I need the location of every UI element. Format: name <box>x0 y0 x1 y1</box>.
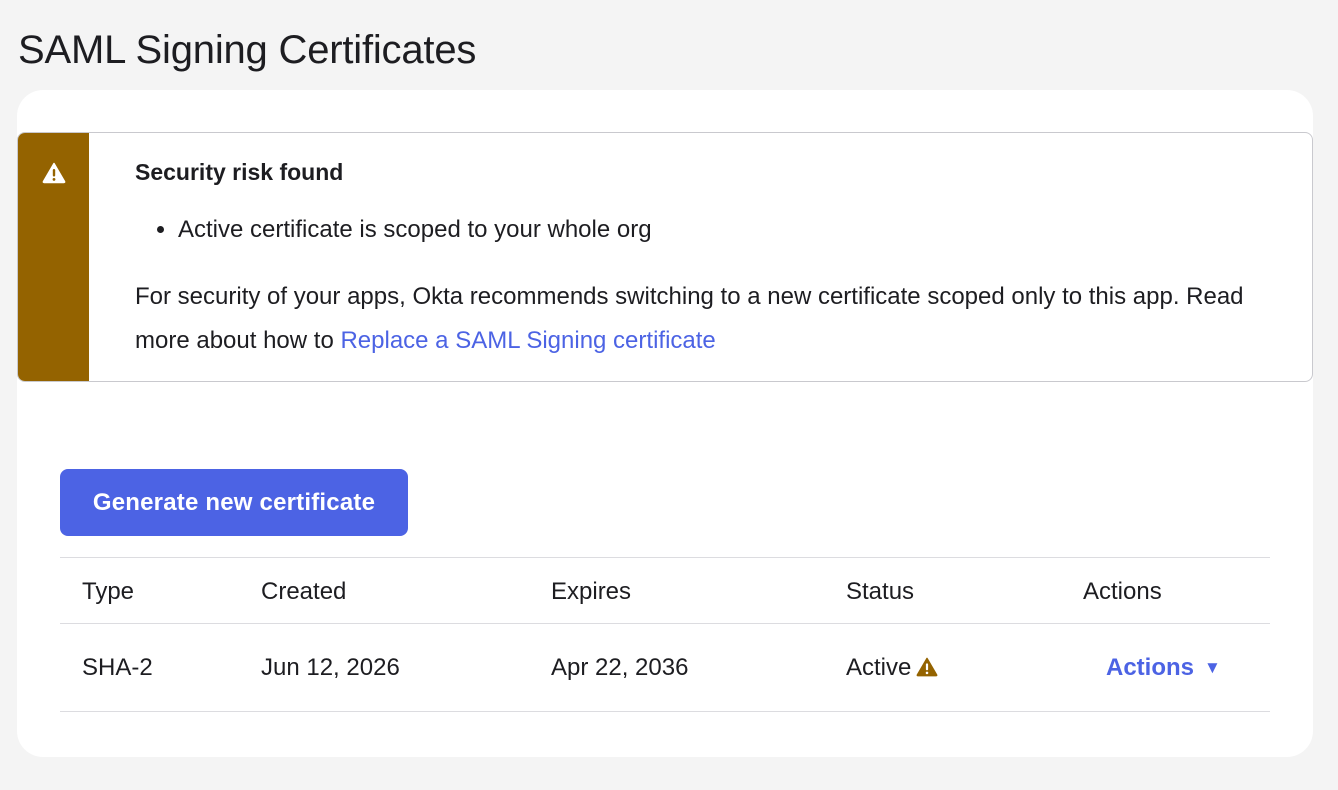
column-header-status: Status <box>846 577 915 605</box>
callout-body: For security of your apps, Okta recommen… <box>135 275 1275 363</box>
cell-type: SHA-2 <box>82 653 153 681</box>
cell-expires: Apr 22, 2036 <box>551 653 689 681</box>
cell-created: Jun 12, 2026 <box>261 653 400 681</box>
column-header-created: Created <box>261 577 347 605</box>
cell-status: Active <box>824 624 1061 712</box>
caret-down-icon: ▼ <box>1204 657 1221 677</box>
page-title: SAML Signing Certificates <box>18 28 477 72</box>
certificates-table: Type Created Expires Status Actions SHA-… <box>60 557 1270 712</box>
cell-actions: Actions ▼ <box>1061 624 1270 712</box>
warning-triangle-icon <box>916 657 938 676</box>
security-risk-callout: Security risk found Active certificate i… <box>17 132 1313 382</box>
replace-certificate-link[interactable]: Replace a SAML Signing certificate <box>340 327 715 354</box>
certificates-card: Security risk found Active certificate i… <box>17 90 1313 757</box>
actions-dropdown-button[interactable]: Actions ▼ <box>1106 654 1221 682</box>
status-text: Active <box>846 653 912 681</box>
list-item: Active certificate is scoped to your who… <box>178 213 652 247</box>
warning-triangle-icon <box>42 162 66 184</box>
table-header-row: Type Created Expires Status Actions <box>60 557 1270 624</box>
actions-label: Actions <box>1106 653 1195 681</box>
generate-new-certificate-button[interactable]: Generate new certificate <box>60 469 408 536</box>
column-header-actions: Actions <box>1083 577 1162 605</box>
column-header-expires: Expires <box>551 577 632 605</box>
callout-title: Security risk found <box>135 159 344 185</box>
table-row: SHA-2 Jun 12, 2026 Apr 22, 2036 Active A… <box>60 624 1270 712</box>
callout-risk-list: Active certificate is scoped to your who… <box>135 213 652 247</box>
column-header-type: Type <box>82 577 135 605</box>
callout-warning-bar <box>18 133 89 381</box>
